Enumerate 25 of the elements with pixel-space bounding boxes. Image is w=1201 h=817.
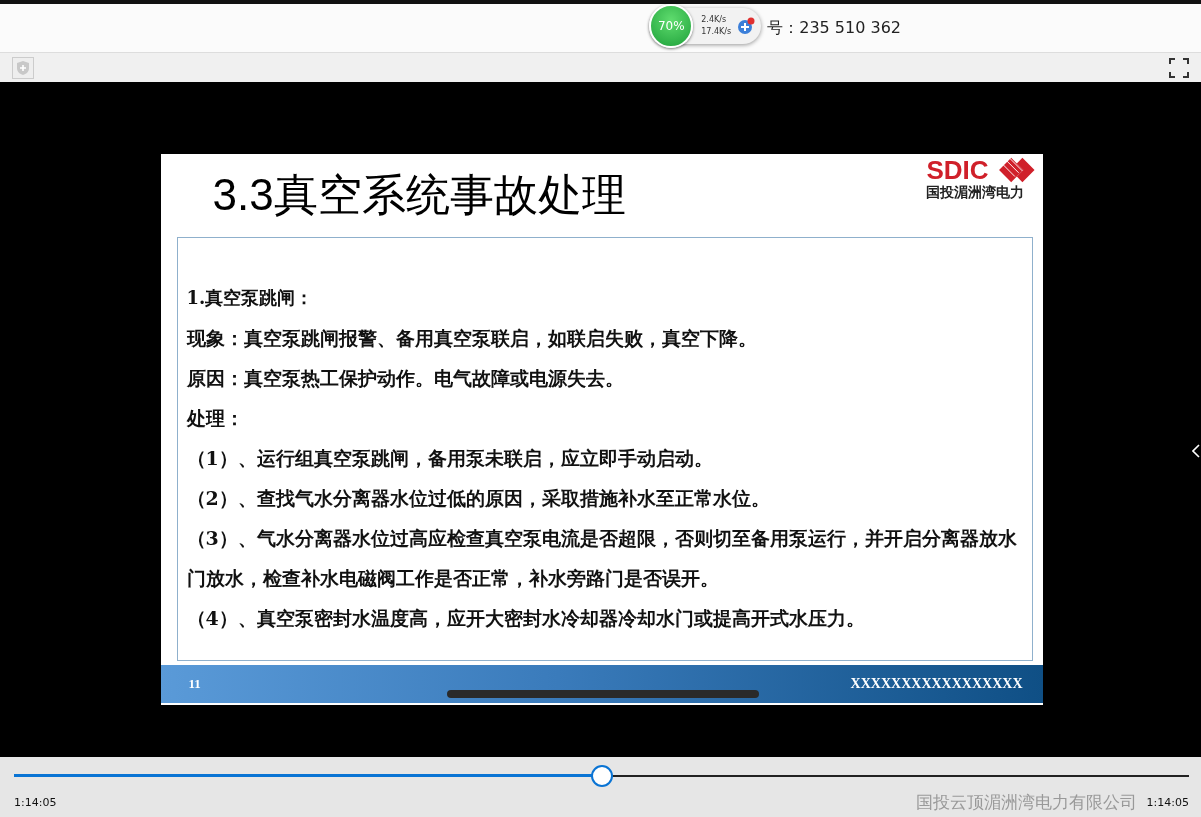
list-item: （3）、气水分离器水位过高应检查真空泵电流是否超限，否则切至备用泵运行，并开启分离器放水门放水，检查补水电磁阀工作是否正常，补水旁路门是否误开。	[186, 526, 1018, 591]
scroll-handle[interactable]	[446, 690, 759, 698]
list-item: （2）、查找气水分离器水位过低的原因，采取措施补水至正常水位。	[186, 486, 771, 511]
text-line: 原因：真空泵热工保护动作。电气故障或电源失去。	[186, 366, 625, 391]
seek-thumb[interactable]	[590, 765, 613, 787]
total-time: 1:14:05	[1146, 796, 1189, 809]
slide-title: 3.3真空系统事故处理	[212, 170, 626, 221]
fullscreen-icon[interactable]	[1169, 57, 1189, 78]
page-number: 11	[188, 676, 201, 692]
download-speed: 17.4K/s	[701, 26, 732, 38]
company-name: 国投云顶湄洲湾电力有限公司	[915, 791, 1137, 814]
footer-text: XXXXXXXXXXXXXXXXX	[850, 676, 1023, 692]
plus-icon[interactable]	[737, 17, 756, 35]
meeting-id: 号：235 510 362	[767, 17, 901, 39]
text-line: 现象：真空泵跳闸报警、备用真空泵联启，如联启失败，真空下降。	[186, 326, 758, 351]
current-time: 1:14:05	[14, 796, 57, 809]
text-line: 处理：	[186, 406, 245, 431]
logo-text: SDIC	[926, 156, 989, 184]
chevron-left-icon[interactable]	[1192, 444, 1200, 458]
section-heading: 1.真空泵跳闸：	[186, 286, 315, 310]
upload-speed: 2.4K/s	[701, 14, 728, 26]
logo-subtitle: 国投湄洲湾电力	[926, 184, 1025, 202]
list-item: （4）、真空泵密封水温度高，应开大密封水冷却器冷却水门或提高开式水压力。	[186, 606, 866, 631]
percent-badge: 70%	[649, 4, 694, 48]
list-item: （1）、运行组真空泵跳闸，备用泵未联启，应立即手动启动。	[186, 446, 714, 471]
